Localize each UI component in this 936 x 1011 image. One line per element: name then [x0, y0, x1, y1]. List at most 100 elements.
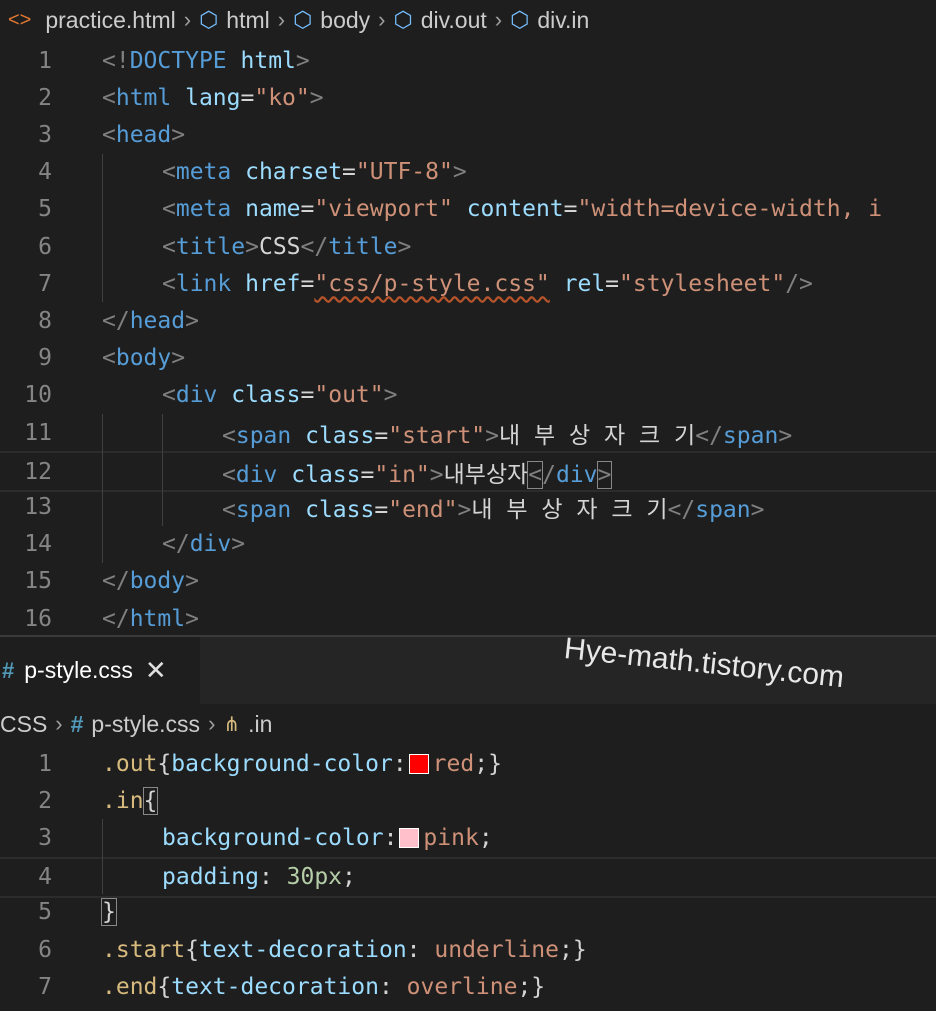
code-line[interactable]: 16 </html>: [0, 600, 936, 637]
code-line[interactable]: 8 </head>: [0, 302, 936, 339]
code-line[interactable]: 6 <title>CSS</title>: [0, 228, 936, 265]
code-line[interactable]: 3 background-color: pink;: [0, 819, 936, 856]
code-token: :: [258, 864, 287, 891]
line-number: 2: [38, 84, 52, 111]
code-token: lang: [185, 84, 241, 111]
code-line[interactable]: 11 <span class="start">내 부 상 자 크 기</span>: [0, 414, 936, 451]
breadcrumb-item-div-in[interactable]: ⬡ div.in: [510, 7, 589, 34]
code-token: text-decoration: [171, 973, 379, 1000]
code-line[interactable]: 5}: [0, 894, 936, 931]
close-icon[interactable]: ✕: [145, 655, 167, 686]
code-token: :: [378, 973, 407, 1000]
code-line[interactable]: 2 .in{: [0, 782, 936, 819]
breadcrumb-item-div-out[interactable]: ⬡ div.out: [393, 7, 486, 34]
line-number: 10: [24, 382, 52, 409]
code-token: >: [429, 461, 444, 488]
code-text: padding: 30px;: [162, 864, 356, 890]
code-line[interactable]: 2 <html lang="ko">: [0, 79, 936, 116]
indent-guide: [102, 414, 103, 563]
code-line[interactable]: 6 .start{text-decoration: underline;}: [0, 931, 936, 968]
chevron-right-icon: ›: [494, 7, 503, 32]
breadcrumb-item-css[interactable]: CSS: [0, 711, 47, 738]
code-token: >: [231, 531, 246, 558]
indent-guide: [102, 819, 103, 894]
code-token: </: [667, 496, 696, 523]
code-token: >: [295, 47, 310, 74]
code-token: ;: [342, 864, 356, 891]
code-line[interactable]: 1 .out{background-color: red;}: [0, 745, 936, 782]
code-token: <: [162, 270, 176, 297]
code-text: <title>CSS</title>: [162, 234, 411, 260]
code-token: .start: [102, 936, 186, 963]
code-token: >: [750, 496, 765, 523]
code-line[interactable]: 3 <head>: [0, 116, 936, 153]
code-token: <: [102, 345, 116, 372]
code-token: "end": [388, 496, 458, 523]
code-token: <: [162, 196, 176, 223]
code-text: <div class="out">: [162, 382, 397, 408]
breadcrumb-item-file[interactable]: <> practice.html: [8, 7, 176, 34]
code-token: span: [235, 496, 292, 523]
code-token: title: [328, 233, 398, 260]
tab-p-style-css[interactable]: # p-style.css ✕: [0, 637, 200, 704]
code-token: =: [240, 84, 255, 111]
breadcrumb-item-body[interactable]: ⬡ body: [293, 7, 370, 34]
code-line[interactable]: 9 <body>: [0, 340, 936, 377]
line-number: 9: [38, 345, 52, 372]
css-file-icon: #: [2, 657, 15, 683]
code-line[interactable]: 4 <meta charset="UTF-8">: [0, 154, 936, 191]
html-code-editor[interactable]: 1 <!DOCTYPE html> 2 <html lang="ko"> 3 <head>…: [0, 42, 936, 635]
code-token: text-decoration: [198, 936, 407, 963]
code-text: <meta name="viewport" content="width=dev…: [162, 196, 882, 222]
code-token: {: [185, 936, 199, 963]
code-token: ;}: [474, 750, 502, 777]
code-token: rel: [563, 270, 606, 297]
code-text: <html lang="ko">: [102, 85, 324, 111]
line-number: 3: [38, 824, 52, 851]
code-text: <span class="start">내 부 상 자 크 기</span>: [222, 416, 792, 450]
code-token: DOCTYPE: [129, 47, 227, 74]
element-cube-icon: ⬡: [199, 7, 219, 32]
color-swatch[interactable]: [408, 754, 429, 774]
code-text: background-color: pink;: [162, 825, 493, 851]
code-line[interactable]: 10 <div class="out">: [0, 377, 936, 414]
breadcrumb-item-in[interactable]: ⋔ .in: [223, 711, 272, 738]
breadcrumb-item-file[interactable]: # p-style.css: [71, 711, 200, 738]
code-line[interactable]: 5 <meta name="viewport" content="width=de…: [0, 191, 936, 228]
code-token: >: [397, 233, 412, 260]
code-token: >: [171, 121, 186, 148]
chevron-right-icon: ›: [277, 7, 286, 32]
code-line[interactable]: 14 </div>: [0, 526, 936, 563]
line-number: 12: [24, 458, 52, 485]
code-line[interactable]: 1 <!DOCTYPE html>: [0, 42, 936, 79]
code-token: head: [129, 307, 186, 334]
code-token: =: [300, 196, 315, 223]
code-token: </: [102, 605, 130, 632]
code-token: >: [485, 422, 500, 449]
code-line[interactable]: 13 <span class="end">내 부 상 자 크 기</span>: [0, 488, 936, 525]
css-code-editor[interactable]: 1 .out{background-color: red;} 2 .in{ 3 backgr…: [0, 745, 936, 1011]
code-line[interactable]: 12 <div class="in">내부상자</div>: [0, 451, 936, 493]
chevron-right-icon: ›: [378, 7, 386, 32]
breadcrumb-item-html[interactable]: ⬡ html: [199, 7, 270, 34]
code-token: "UTF-8": [355, 159, 453, 186]
code-token: .in: [102, 787, 144, 814]
code-token: pink: [423, 824, 479, 851]
color-swatch[interactable]: [399, 828, 420, 849]
code-token: CSS: [258, 233, 301, 260]
code-text: .in{: [102, 786, 159, 815]
line-number: 1: [38, 750, 52, 777]
code-line[interactable]: 7 <link href="css/p-style.css" rel="style…: [0, 265, 936, 302]
breadcrumb-label: div.in: [537, 6, 590, 33]
code-line[interactable]: 15 </body>: [0, 563, 936, 600]
code-token: href: [245, 270, 301, 297]
code-text: .out{background-color: red;}: [102, 751, 502, 777]
code-token: <: [527, 460, 544, 489]
code-token: head: [115, 121, 172, 148]
code-line[interactable]: 7 .end{text-decoration: overline;}: [0, 968, 936, 1005]
code-token: class: [291, 461, 361, 488]
code-line[interactable]: 4 padding: 30px;: [0, 856, 936, 898]
